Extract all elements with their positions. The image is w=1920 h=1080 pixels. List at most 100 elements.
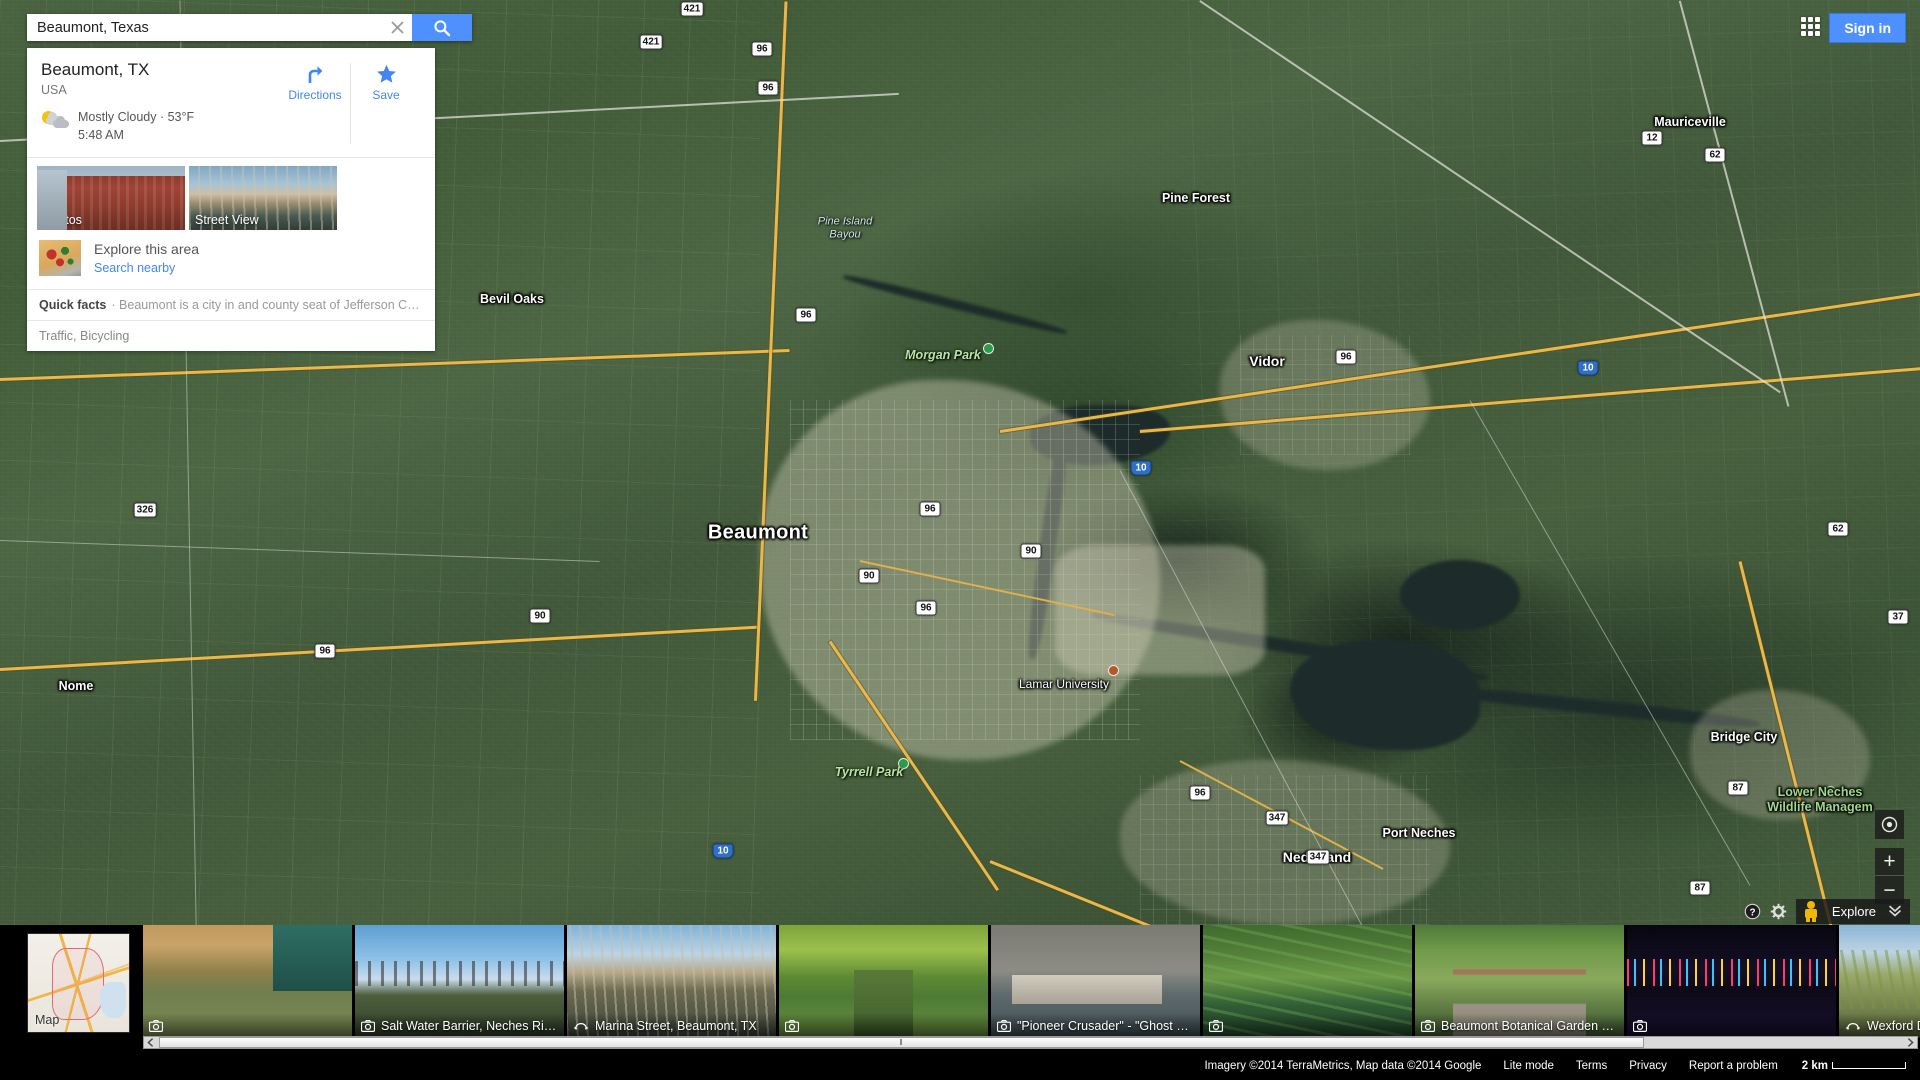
photo-card[interactable]: Beaumont Botanical Garden - Ja... [1415, 925, 1624, 1038]
photo-card-caption: "Pioneer Crusader" - "Ghost Ship... [991, 1013, 1200, 1038]
chevron-double-down-icon[interactable] [1888, 903, 1902, 920]
highway-shield: 96 [795, 307, 817, 323]
scroll-left-button[interactable] [144, 1037, 157, 1048]
highway-shield: 96 [1189, 785, 1211, 801]
camera-icon [1421, 1019, 1435, 1032]
save-button[interactable]: Save [351, 61, 421, 102]
pegman-icon[interactable] [1800, 900, 1822, 923]
directions-label: Directions [288, 88, 342, 102]
photo-card[interactable] [779, 925, 988, 1038]
attribution-text: Imagery ©2014 TerraMetrics, Map data ©20… [1204, 1059, 1482, 1072]
photo-card[interactable] [1627, 925, 1836, 1038]
scale-bar [1832, 1062, 1906, 1069]
explore-area-row: Explore this area Search nearby [27, 230, 435, 290]
photo-card-caption: Marina Street, Beaumont, TX [567, 1013, 776, 1038]
camera-icon [149, 1019, 163, 1032]
photo-carousel[interactable]: Salt Water Barrier, Neches River, ... Mar… [143, 925, 1920, 1041]
highway-shield: 96 [919, 501, 941, 517]
wildlife-poi[interactable] [1825, 786, 1836, 797]
street-grid-nederland [1140, 775, 1430, 925]
search-input[interactable] [27, 14, 382, 41]
search-box[interactable] [27, 14, 472, 41]
map-mode-toggle[interactable]: Map [27, 933, 130, 1033]
directions-icon [280, 61, 350, 87]
photo-card-title: Marina Street, Beaumont, TX [595, 1018, 757, 1033]
highway-shield: 347 [1265, 810, 1289, 826]
camera-icon [361, 1019, 375, 1032]
footer-link-privacy[interactable]: Privacy [1629, 1060, 1667, 1072]
place-actions: Directions Save [280, 59, 421, 145]
zoom-in-button[interactable]: + [1875, 848, 1904, 876]
scale-label: 2 km [1801, 1059, 1828, 1072]
search-icon [434, 19, 451, 36]
scrollbar-thumb[interactable]: ‖ [159, 1037, 1644, 1048]
map-layers-row[interactable]: Traffic, Bicycling [27, 320, 435, 351]
camera-icon [785, 1019, 799, 1032]
search-button[interactable] [412, 14, 472, 41]
map-bottom-controls: ? Explore [1740, 899, 1910, 924]
footer-link-report-problem[interactable]: Report a problem [1689, 1060, 1778, 1072]
explore-button[interactable]: Explore [1832, 904, 1876, 919]
compass-button[interactable] [1875, 810, 1904, 839]
map-footer: Imagery ©2014 TerraMetrics, Map data ©20… [0, 1051, 1920, 1080]
highway-shield: 96 [751, 41, 773, 57]
highway-shield: 90 [858, 568, 880, 584]
scrollbar-track[interactable]: ‖ [157, 1037, 1904, 1048]
photo-card-title: Salt Water Barrier, Neches River, ... [381, 1018, 558, 1033]
scroll-right-button[interactable] [1904, 1037, 1917, 1048]
apps-grid-icon[interactable] [1801, 17, 1820, 36]
photo-card[interactable] [143, 925, 352, 1038]
highway-shield: 326 [133, 502, 157, 518]
photo-strip-scrollbar[interactable]: ‖ [143, 1036, 1918, 1049]
highway-shield: 96 [314, 643, 336, 659]
weather-row: Mostly Cloudy · 53°F 5:48 AM [41, 108, 280, 144]
photo-card-caption [1203, 1013, 1412, 1038]
highway-shield: 90 [529, 608, 551, 624]
explore-bar: Explore [1795, 899, 1910, 924]
camera-icon [1209, 1019, 1223, 1032]
photo-card[interactable]: Wexford Drive, Vidor... [1839, 925, 1920, 1038]
footer-link-lite-mode[interactable]: Lite mode [1503, 1060, 1554, 1072]
photo-card-caption [1627, 1013, 1836, 1038]
highway-shield: 10 [712, 843, 734, 859]
photo-card-caption [143, 1013, 352, 1038]
highway-shield: 90 [1020, 543, 1042, 559]
photo-card[interactable] [1203, 925, 1412, 1038]
search-nearby-link[interactable]: Search nearby [94, 260, 199, 277]
street-view-thumbnail[interactable]: Street View [189, 165, 337, 230]
photo-card-caption [779, 1013, 988, 1038]
quick-facts-row[interactable]: Quick facts · Beaumont is a city in and … [27, 289, 435, 320]
street-view-icon [573, 1020, 589, 1032]
photo-card-title: Beaumont Botanical Garden - Ja... [1441, 1018, 1618, 1033]
university-poi-lamar[interactable] [1108, 665, 1119, 676]
help-button[interactable]: ? [1740, 899, 1766, 924]
photo-card[interactable]: "Pioneer Crusader" - "Ghost Ship... [991, 925, 1200, 1038]
highway-shield: 12 [1641, 130, 1663, 146]
highway-shield: 37 [1887, 609, 1909, 625]
highway-shield: 10 [1577, 360, 1599, 376]
park-poi-tyrrell[interactable] [898, 758, 909, 769]
photo-card[interactable]: Marina Street, Beaumont, TX [567, 925, 776, 1038]
photos-thumbnail[interactable]: Photos [37, 165, 185, 230]
directions-button[interactable]: Directions [280, 61, 350, 102]
partly-cloudy-icon [41, 108, 71, 134]
gear-icon [1771, 903, 1787, 920]
photo-card-title: Wexford Drive, Vidor... [1867, 1018, 1920, 1033]
photo-card-caption: Beaumont Botanical Garden - Ja... [1415, 1013, 1624, 1038]
sign-in-button[interactable]: Sign in [1829, 13, 1906, 43]
camera-icon [997, 1019, 1011, 1032]
street-view-icon [1845, 1020, 1861, 1032]
explore-title: Explore this area [94, 240, 200, 257]
place-title: Beaumont, TX [41, 60, 150, 79]
settings-button[interactable] [1766, 899, 1792, 924]
pizza-thumbnail[interactable] [39, 240, 81, 277]
highway-shield: 96 [1335, 349, 1357, 365]
park-poi-morgan[interactable] [983, 343, 994, 354]
highway-shield: 87 [1689, 880, 1711, 896]
highway-shield: 96 [757, 80, 779, 96]
map-toggle-label: Map [35, 1013, 60, 1027]
photo-card[interactable]: Salt Water Barrier, Neches River, ... [355, 925, 564, 1038]
clear-search-icon[interactable] [382, 14, 412, 41]
footer-link-terms[interactable]: Terms [1576, 1060, 1607, 1072]
svg-text:?: ? [1750, 907, 1756, 918]
